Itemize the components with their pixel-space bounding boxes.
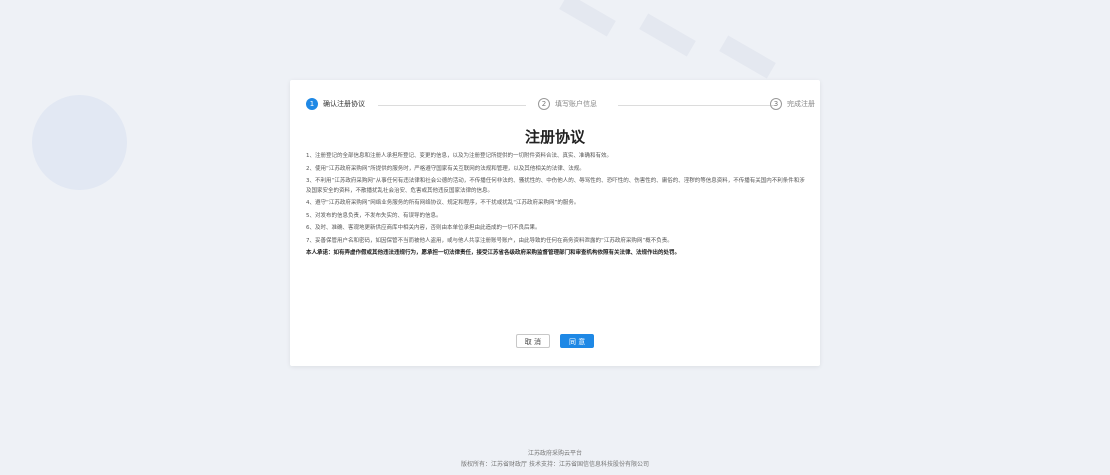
step-complete-registration: 3 完成注册 bbox=[770, 98, 815, 110]
agreement-clause: 3、不利用“江苏政府采购网”从事任何有违法律和社会公德的活动，不传播任何非法的、… bbox=[306, 178, 805, 194]
step-number-1: 1 bbox=[306, 98, 318, 110]
action-buttons: 取 消 同 意 bbox=[290, 334, 820, 348]
step-fill-account-info: 2 填写账户信息 bbox=[538, 98, 597, 110]
agreement-clause: 4、遵守“江苏政府采购网”网络业务服务的所有网络协议、规定和程序，不干扰或扰乱“… bbox=[306, 200, 580, 206]
footer-copyright: 版权所有：江苏省财政厅 技术支持：江苏省国信信息科技股份有限公司 bbox=[461, 461, 649, 468]
step-connector bbox=[378, 105, 526, 106]
step-confirm-agreement: 1 确认注册协议 bbox=[306, 98, 365, 110]
step-progress: 1 确认注册协议 2 填写账户信息 3 完成注册 bbox=[306, 98, 815, 112]
agreement-body: 1、注册登记的全部信息和注册人承担所登记、变更的信息，以及为注册登记所提供的一切… bbox=[306, 152, 806, 262]
step-number-3: 3 bbox=[770, 98, 782, 110]
step-label: 完成注册 bbox=[787, 100, 815, 108]
footer-platform-name: 江苏政府采购云平台 bbox=[527, 450, 582, 457]
step-label: 填写账户信息 bbox=[555, 100, 597, 108]
step-number-2: 2 bbox=[538, 98, 550, 110]
background-circle bbox=[32, 95, 127, 190]
agreement-clause: 1、注册登记的全部信息和注册人承担所登记、变更的信息，以及为注册登记所提供的一切… bbox=[306, 153, 613, 159]
background-stripe bbox=[719, 35, 776, 79]
agreement-clause: 2、使用“江苏政府采购网”所提供的服务时，严格遵守国家有关互联网的法规和管理，以… bbox=[306, 165, 585, 172]
agreement-title: 注册协议 bbox=[524, 128, 585, 146]
agree-button[interactable]: 同 意 bbox=[560, 334, 595, 348]
registration-card: 1 确认注册协议 2 填写账户信息 3 完成注册 注册协议 1、注册登记的全部信… bbox=[290, 80, 820, 366]
background-stripe bbox=[559, 0, 616, 37]
agreement-clause: 6、及时、准确、客观地更新供应商库中相关内容，否则由本单位承担由此造成的一切不良… bbox=[306, 225, 541, 231]
agreement-clause: 5、对发布的信息负责，不发布失实的、有误导的信息。 bbox=[306, 212, 442, 219]
commitment-statement: 本人承诺：如有弄虚作假或其他违法违规行为，愿承担一切法律责任，接受江苏省各级政府… bbox=[306, 250, 681, 256]
background-stripe bbox=[639, 13, 696, 57]
step-connector bbox=[618, 105, 776, 106]
page-footer: 江苏政府采购云平台 版权所有：江苏省财政厅 技术支持：江苏省国信信息科技股份有限… bbox=[0, 448, 1110, 470]
agreement-clause: 7、妥善保管用户名和密码，如因保管不当而被他人盗用，或与他人共享注册账号账户，由… bbox=[306, 237, 673, 244]
cancel-button[interactable]: 取 消 bbox=[515, 334, 550, 348]
step-label: 确认注册协议 bbox=[323, 100, 365, 108]
